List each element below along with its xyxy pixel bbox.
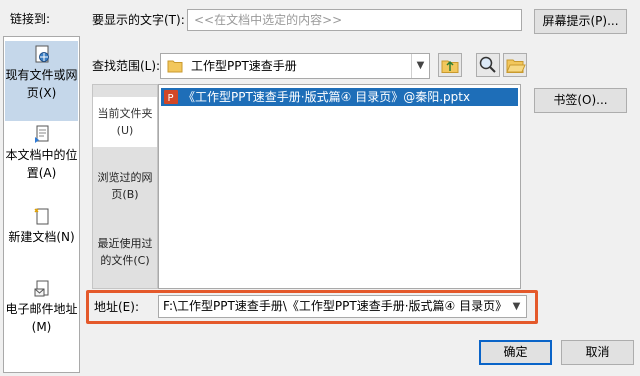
folder-icon [167,60,183,73]
sidebar-item-place-in-document[interactable]: 本文档中的位置(A) [5,121,78,197]
display-text-label: 要显示的文字(T): [92,13,185,27]
chevron-down-icon[interactable]: ▼ [507,295,527,318]
address-input[interactable]: F:\工作型PPT速查手册\《工作型PPT速查手册·版式篇④ 目录页》@ [158,295,508,318]
browse-web-button[interactable] [476,53,500,77]
new-document-icon [33,208,48,225]
look-in-nav: 当前文件夹(U) 浏览过的网页(B) 最近使用过的文件(C) [92,84,158,289]
look-in-select[interactable]: 工作型PPT速查手册 ▼ [160,53,430,79]
up-folder-icon [441,60,459,73]
cancel-button[interactable]: 取消 [561,340,634,365]
screentip-button[interactable]: 屏幕提示(P)... [534,9,627,34]
file-list[interactable]: P 《工作型PPT速查手册·版式篇④ 目录页》@秦阳.pptx [158,84,521,289]
sidebar-item-label: 新建文档(N) [8,230,75,244]
list-item[interactable]: P 《工作型PPT速查手册·版式篇④ 目录页》@秦阳.pptx [161,88,518,106]
sidebar-item-label: 现有文件或网页(X) [5,68,78,100]
sidebar-item-label: 本文档中的位置(A) [5,148,78,180]
email-icon [34,280,48,297]
ok-button[interactable]: 确定 [479,340,552,365]
search-web-icon [479,56,496,73]
svg-text:P: P [168,93,174,104]
sidebar-item-label: 电子邮件地址(M) [5,302,78,334]
existing-file-icon [35,45,49,63]
display-text-input[interactable]: <<在文档中选定的内容>> [187,9,522,31]
link-to-label: 链接到: [10,12,51,26]
sidebar-item-email-address[interactable]: 电子邮件地址(M) [5,267,78,343]
up-folder-button[interactable] [438,53,462,77]
nav-recent-files[interactable]: 最近使用过的文件(C) [93,229,157,285]
sidebar-item-existing-file[interactable]: 现有文件或网页(X) [5,41,78,121]
address-label: 地址(E): [94,300,139,314]
pptx-file-icon: P [164,90,178,104]
browse-file-button[interactable] [503,53,527,77]
file-name: 《工作型PPT速查手册·版式篇④ 目录页》@秦阳.pptx [183,90,471,104]
look-in-value: 工作型PPT速查手册 [191,59,297,73]
nav-current-folder[interactable]: 当前文件夹(U) [93,97,157,147]
chevron-down-icon[interactable]: ▼ [411,54,429,78]
document-place-icon [34,125,48,143]
look-in-label: 查找范围(L): [92,59,161,73]
nav-browsed-pages[interactable]: 浏览过的网页(B) [93,163,157,213]
sidebar-item-new-document[interactable]: 新建文档(N) [5,197,78,267]
bookmark-button[interactable]: 书签(O)... [534,88,627,113]
open-folder-icon [506,59,526,73]
link-to-sidebar: 现有文件或网页(X) 本文档中的位置(A) 新建文档(N) 电子邮件地址(M) [3,36,80,373]
